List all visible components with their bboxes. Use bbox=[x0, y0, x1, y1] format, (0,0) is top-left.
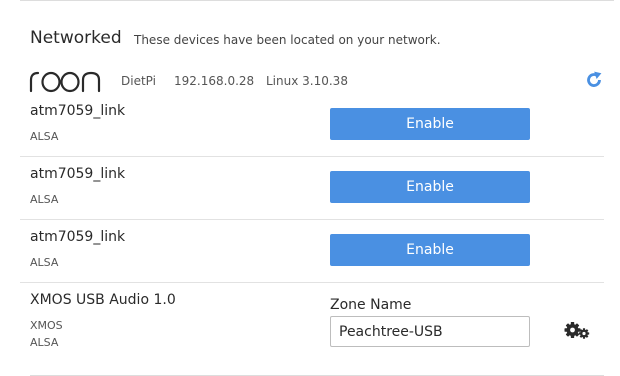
enable-button[interactable]: Enable bbox=[330, 108, 530, 140]
output-driver: ALSA bbox=[30, 256, 59, 269]
output-name: atm7059_link bbox=[30, 103, 126, 119]
zone-name-input[interactable] bbox=[330, 316, 530, 347]
section-description: These devices have been located on your … bbox=[134, 33, 441, 47]
row-divider bbox=[20, 282, 604, 283]
roon-logo bbox=[29, 71, 101, 93]
output-driver: ALSA bbox=[30, 336, 59, 349]
row-divider bbox=[20, 219, 604, 220]
output-name: XMOS USB Audio 1.0 bbox=[30, 292, 176, 308]
output-name: atm7059_link bbox=[30, 229, 126, 245]
zone-name-label: Zone Name bbox=[330, 297, 412, 313]
device-ip: 192.168.0.28 bbox=[174, 74, 255, 88]
device-name: DietPi bbox=[121, 74, 156, 88]
top-divider bbox=[20, 0, 614, 1]
enable-button[interactable]: Enable bbox=[330, 234, 530, 266]
row-divider bbox=[20, 156, 604, 157]
device-os: Linux 3.10.38 bbox=[266, 74, 348, 88]
refresh-icon[interactable] bbox=[584, 70, 604, 90]
networked-devices-panel: Networked These devices have been locate… bbox=[0, 0, 620, 376]
output-manufacturer: XMOS bbox=[30, 319, 63, 332]
section-title: Networked bbox=[30, 28, 122, 48]
output-driver: ALSA bbox=[30, 193, 59, 206]
output-driver: ALSA bbox=[30, 130, 59, 143]
output-name: atm7059_link bbox=[30, 166, 126, 182]
gears-icon[interactable] bbox=[563, 318, 591, 340]
enable-button[interactable]: Enable bbox=[330, 171, 530, 203]
